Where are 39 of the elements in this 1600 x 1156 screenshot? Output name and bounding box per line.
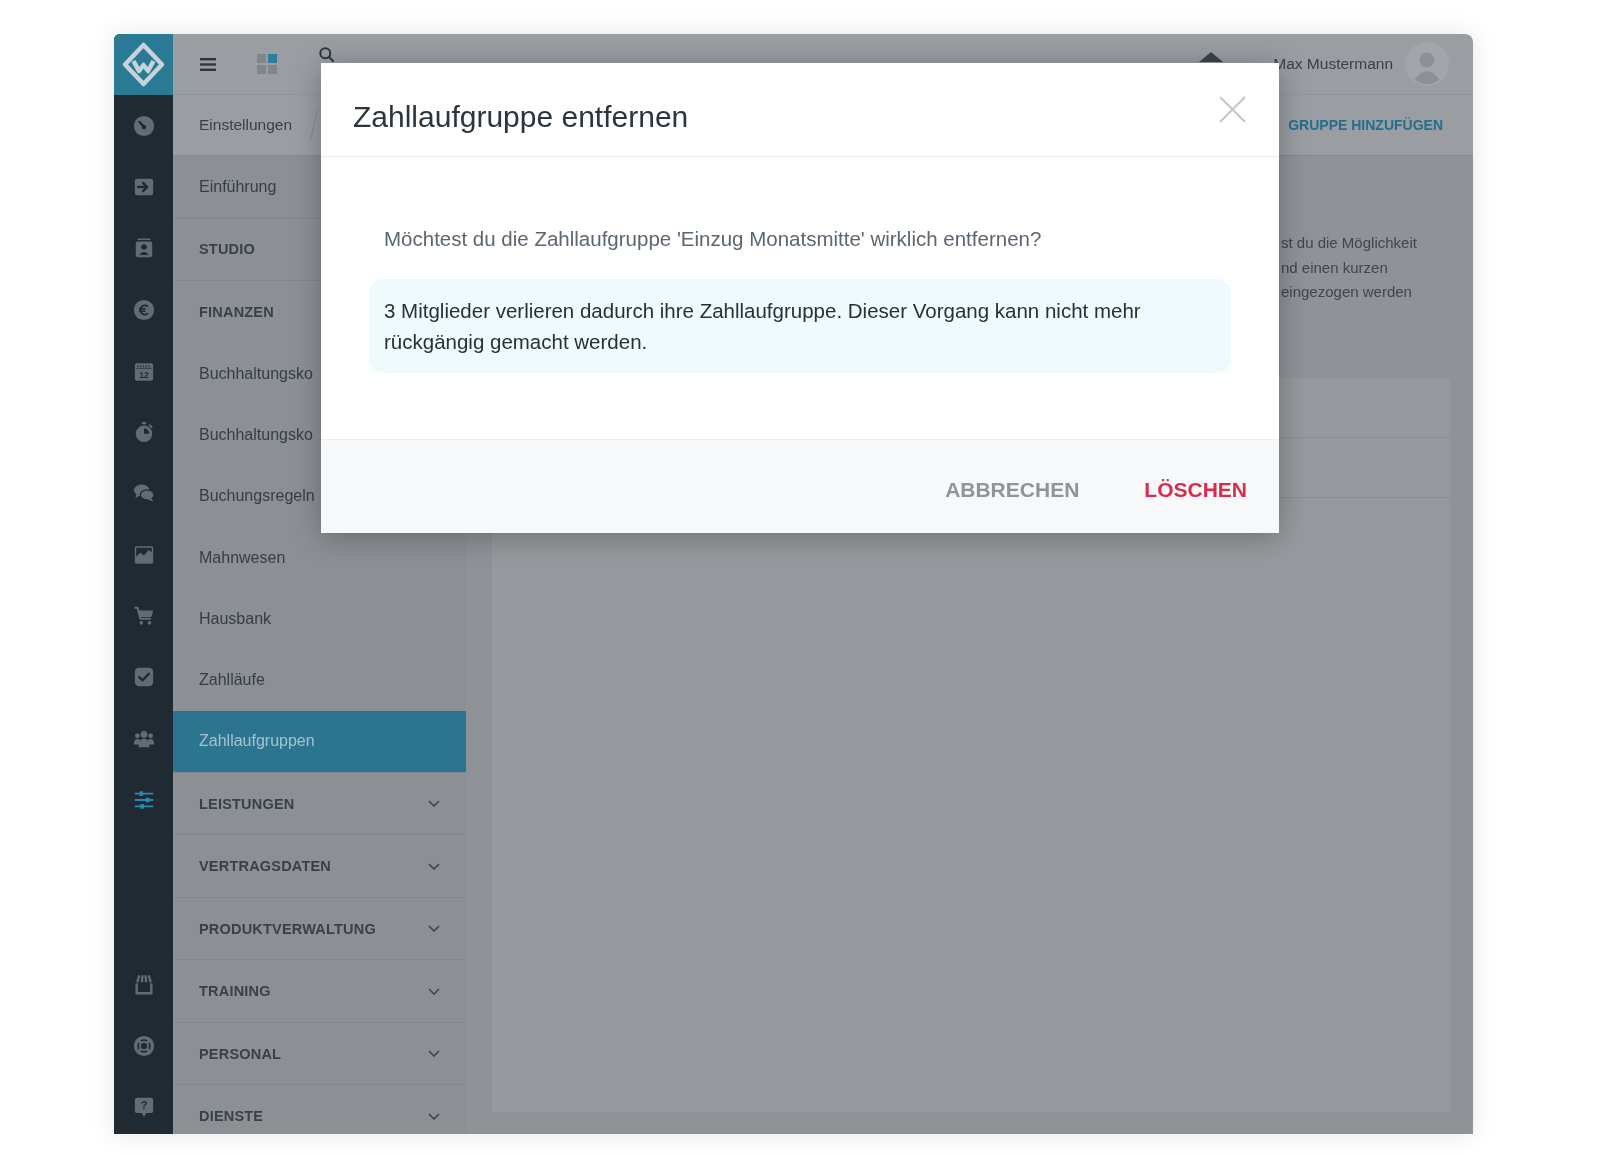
sidebar-item[interactable]: Hausbank [199,588,272,650]
info-message: 3 Mitglieder verlieren dadurch ihre Zahllaufgruppe. Dieser Vorgang kann nicht mehr rückgängig gemacht werden. [369,279,1231,373]
breadcrumb-link[interactable]: Einstellungen [199,116,293,134]
sidebar-section[interactable]: STUDIO [199,218,255,280]
cancel-button[interactable]: ABBRECHEN [937,471,1088,508]
menu-icon[interactable] [200,57,216,71]
sidebar-item[interactable]: Zahllaufgruppen [173,710,466,772]
sidebar-section[interactable]: LEISTUNGEN [173,772,466,835]
description-text: st du die Möglichkeit nd einen kurzen eingezogen werden [1281,233,1418,302]
delete-button[interactable]: LÖSCHEN [1136,471,1255,508]
sidebar-section[interactable]: VERTRAGSDATEN [173,835,466,897]
sidebar-item[interactable]: Buchhaltungsko [199,404,313,466]
life-ring-icon[interactable] [132,1034,155,1057]
gauge-icon[interactable] [132,114,155,137]
sidebar-section[interactable]: PRODUKTVERWALTUNG [173,897,466,960]
add-button[interactable]: GRUPPE HINZUFÜGEN [1288,117,1443,133]
dialog-title: Zahllaufgruppe entfernen [353,99,689,134]
logo-icon[interactable] [114,34,173,95]
sidebar-section[interactable]: DIENSTE [173,1085,466,1134]
sidebar-item[interactable]: Buchhaltungsko [199,343,313,405]
sidebar-section[interactable]: FINANZEN [199,281,274,344]
grid-icon[interactable] [257,54,277,74]
sidebar-item[interactable]: Zahlläufe [199,649,265,711]
triangle-icon[interactable] [1199,52,1224,62]
sidebar-section[interactable]: PERSONAL [173,1022,466,1085]
store-icon[interactable] [132,973,155,996]
search-icon[interactable] [319,47,334,62]
sidebar-section[interactable]: TRAINING [173,960,466,1022]
dialog-message: Möchtest du die Zahllaufgruppe 'Einzug Monatsmitte' wirklich entfernen? [383,226,1043,252]
euro-coin-icon[interactable] [132,298,155,321]
sliders-icon[interactable] [132,788,155,811]
area-chart-icon[interactable] [132,543,155,566]
check-square-icon[interactable] [132,666,155,689]
sidebar-item[interactable]: Mahnwesen [199,527,286,589]
sidebar-item[interactable]: Einführung [199,156,277,218]
cart-icon[interactable] [132,605,155,627]
close-icon[interactable] [1219,96,1246,123]
sidebar-item[interactable]: Buchungsregeln [199,465,315,528]
breadcrumb-separator [310,110,319,140]
